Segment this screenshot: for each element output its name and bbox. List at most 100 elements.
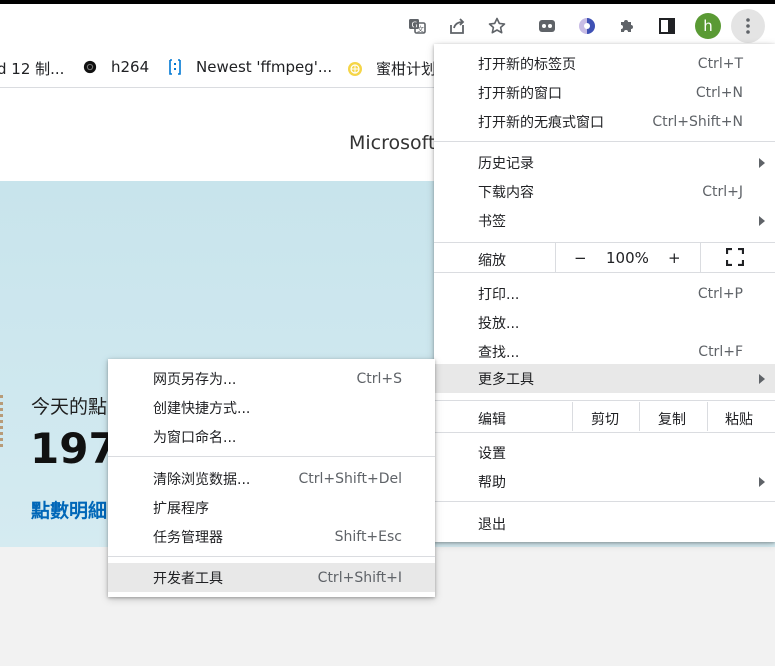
bookmark-label: Newest 'ffmpeg'... bbox=[196, 58, 333, 76]
menu-print[interactable]: 打印... Ctrl+P bbox=[434, 279, 775, 308]
menu-item-label: 设置 bbox=[478, 445, 506, 462]
copy-button[interactable]: 复制 bbox=[658, 409, 686, 429]
submenu-clear-browsing-data[interactable]: 清除浏览数据... Ctrl+Shift+Del bbox=[108, 464, 435, 493]
kebab-menu-icon[interactable] bbox=[731, 9, 765, 43]
menu-item-label: 打开新的标签页 bbox=[478, 56, 576, 73]
submenu-developer-tools[interactable]: 开发者工具 Ctrl+Shift+I bbox=[108, 563, 435, 592]
side-panel-icon[interactable] bbox=[653, 12, 681, 40]
menu-item-label: 查找... bbox=[478, 344, 520, 361]
stackoverflow-icon bbox=[167, 59, 183, 75]
menu-item-label: 退出 bbox=[478, 516, 506, 533]
bookmark-label: d 12 制... bbox=[0, 60, 65, 78]
menu-separator bbox=[108, 556, 435, 557]
zoom-divider bbox=[700, 243, 701, 272]
profile-avatar[interactable]: h bbox=[695, 13, 721, 39]
menu-bookmarks[interactable]: 书签 bbox=[434, 206, 775, 235]
menu-item-label: 任务管理器 bbox=[153, 529, 223, 546]
menu-item-label: 网页另存为... bbox=[153, 371, 237, 388]
menu-item-label: 打开新的无痕式窗口 bbox=[478, 114, 604, 131]
browser-main-menu: 打开新的标签页 Ctrl+T 打开新的窗口 Ctrl+N 打开新的无痕式窗口 C… bbox=[434, 44, 775, 542]
bookmark-label: h264 bbox=[111, 58, 150, 76]
edit-divider bbox=[707, 402, 708, 431]
paste-button[interactable]: 粘贴 bbox=[725, 409, 753, 429]
menu-settings[interactable]: 设置 bbox=[434, 438, 775, 467]
today-points-label: 今天的點 bbox=[31, 396, 108, 418]
menu-item-shortcut: Ctrl+S bbox=[356, 370, 402, 387]
more-tools-submenu: 网页另存为... Ctrl+S 创建快捷方式... 为窗口命名... 清除浏览数… bbox=[108, 359, 435, 597]
menu-item-shortcut: Shift+Esc bbox=[334, 528, 402, 545]
menu-item-label: 投放... bbox=[478, 315, 520, 332]
menu-item-label: 帮助 bbox=[478, 474, 506, 491]
svg-text:文: 文 bbox=[417, 25, 424, 34]
menu-help[interactable]: 帮助 bbox=[434, 467, 775, 496]
menu-item-label: 书签 bbox=[478, 213, 506, 230]
bookmark-label: 蜜柑计划 bbox=[376, 60, 437, 78]
submenu-arrow-icon bbox=[759, 476, 765, 487]
menu-downloads[interactable]: 下载内容 Ctrl+J bbox=[434, 177, 775, 206]
avatar-letter: h bbox=[703, 17, 713, 35]
browser-toolbar: G文 h bbox=[0, 4, 775, 48]
translate-icon[interactable]: G文 bbox=[403, 12, 431, 40]
edit-label: 编辑 bbox=[478, 412, 506, 428]
submenu-name-window[interactable]: 为窗口命名... bbox=[108, 422, 435, 451]
menu-item-shortcut: Ctrl+Shift+I bbox=[317, 569, 402, 586]
menu-item-shortcut: Ctrl+J bbox=[702, 183, 743, 200]
menu-item-shortcut: Ctrl+T bbox=[697, 55, 743, 72]
cut-button[interactable]: 剪切 bbox=[591, 409, 619, 429]
menu-item-shortcut: Ctrl+Shift+N bbox=[652, 113, 743, 130]
points-detail-link[interactable]: 點數明細 bbox=[31, 496, 107, 523]
menu-separator bbox=[434, 272, 775, 273]
menu-separator bbox=[434, 400, 775, 401]
menu-history[interactable]: 历史记录 bbox=[434, 148, 775, 177]
bookmark-item[interactable]: d 12 制... bbox=[0, 58, 64, 79]
menu-exit[interactable]: 退出 bbox=[434, 509, 775, 538]
page-header-title: Microsoft bbox=[349, 132, 436, 154]
zoom-out-button[interactable]: − bbox=[574, 249, 587, 267]
share-icon[interactable] bbox=[443, 12, 471, 40]
extension-halo-icon[interactable] bbox=[573, 12, 601, 40]
edit-divider bbox=[572, 402, 573, 431]
submenu-arrow-icon bbox=[759, 215, 765, 226]
zoom-label: 缩放 bbox=[478, 253, 506, 269]
submenu-save-page[interactable]: 网页另存为... Ctrl+S bbox=[108, 364, 435, 393]
menu-new-tab[interactable]: 打开新的标签页 Ctrl+T bbox=[434, 49, 775, 78]
menu-item-shortcut: Ctrl+F bbox=[698, 343, 743, 360]
menu-item-label: 历史记录 bbox=[478, 155, 534, 172]
menu-item-label: 开发者工具 bbox=[153, 570, 223, 587]
points-value: 197 bbox=[30, 424, 118, 473]
menu-item-label: 下载内容 bbox=[478, 184, 534, 201]
menu-item-label: 打开新的窗口 bbox=[478, 85, 562, 102]
bookmark-item[interactable]: h264 bbox=[82, 58, 149, 76]
extension-game-icon[interactable] bbox=[533, 12, 561, 40]
submenu-extensions[interactable]: 扩展程序 bbox=[108, 493, 435, 522]
menu-new-incognito-window[interactable]: 打开新的无痕式窗口 Ctrl+Shift+N bbox=[434, 107, 775, 136]
menu-find[interactable]: 查找... Ctrl+F bbox=[434, 337, 775, 366]
edit-divider bbox=[639, 402, 640, 431]
menu-edit-row: 编辑 剪切 复制 粘贴 bbox=[434, 402, 775, 431]
menu-separator bbox=[434, 501, 775, 502]
menu-item-label: 打印... bbox=[478, 286, 520, 303]
submenu-arrow-icon bbox=[759, 157, 765, 168]
extensions-puzzle-icon[interactable] bbox=[613, 12, 641, 40]
zoom-level: 100% bbox=[606, 249, 649, 267]
zoom-divider bbox=[555, 243, 556, 272]
menu-item-label: 扩展程序 bbox=[153, 500, 209, 517]
menu-cast[interactable]: 投放... bbox=[434, 308, 775, 337]
menu-separator bbox=[434, 141, 775, 142]
zoom-in-button[interactable]: + bbox=[668, 249, 681, 267]
decoration-dots bbox=[0, 395, 4, 447]
dark-circle-icon bbox=[82, 59, 98, 75]
menu-separator bbox=[434, 432, 775, 433]
fullscreen-icon[interactable] bbox=[725, 247, 745, 270]
menu-item-label: 清除浏览数据... bbox=[153, 471, 251, 488]
bookmark-star-icon[interactable] bbox=[483, 12, 511, 40]
bookmark-item[interactable]: Newest 'ffmpeg'... bbox=[167, 58, 332, 76]
menu-item-label: 为窗口命名... bbox=[153, 429, 237, 446]
bookmark-item[interactable]: 蜜柑计划 bbox=[347, 58, 436, 79]
submenu-task-manager[interactable]: 任务管理器 Shift+Esc bbox=[108, 522, 435, 551]
submenu-create-shortcut[interactable]: 创建快捷方式... bbox=[108, 393, 435, 422]
menu-new-window[interactable]: 打开新的窗口 Ctrl+N bbox=[434, 78, 775, 107]
menu-more-tools[interactable]: 更多工具 bbox=[434, 364, 775, 393]
lemon-icon bbox=[347, 61, 363, 77]
menu-zoom-row: 缩放 − 100% + bbox=[434, 243, 775, 272]
